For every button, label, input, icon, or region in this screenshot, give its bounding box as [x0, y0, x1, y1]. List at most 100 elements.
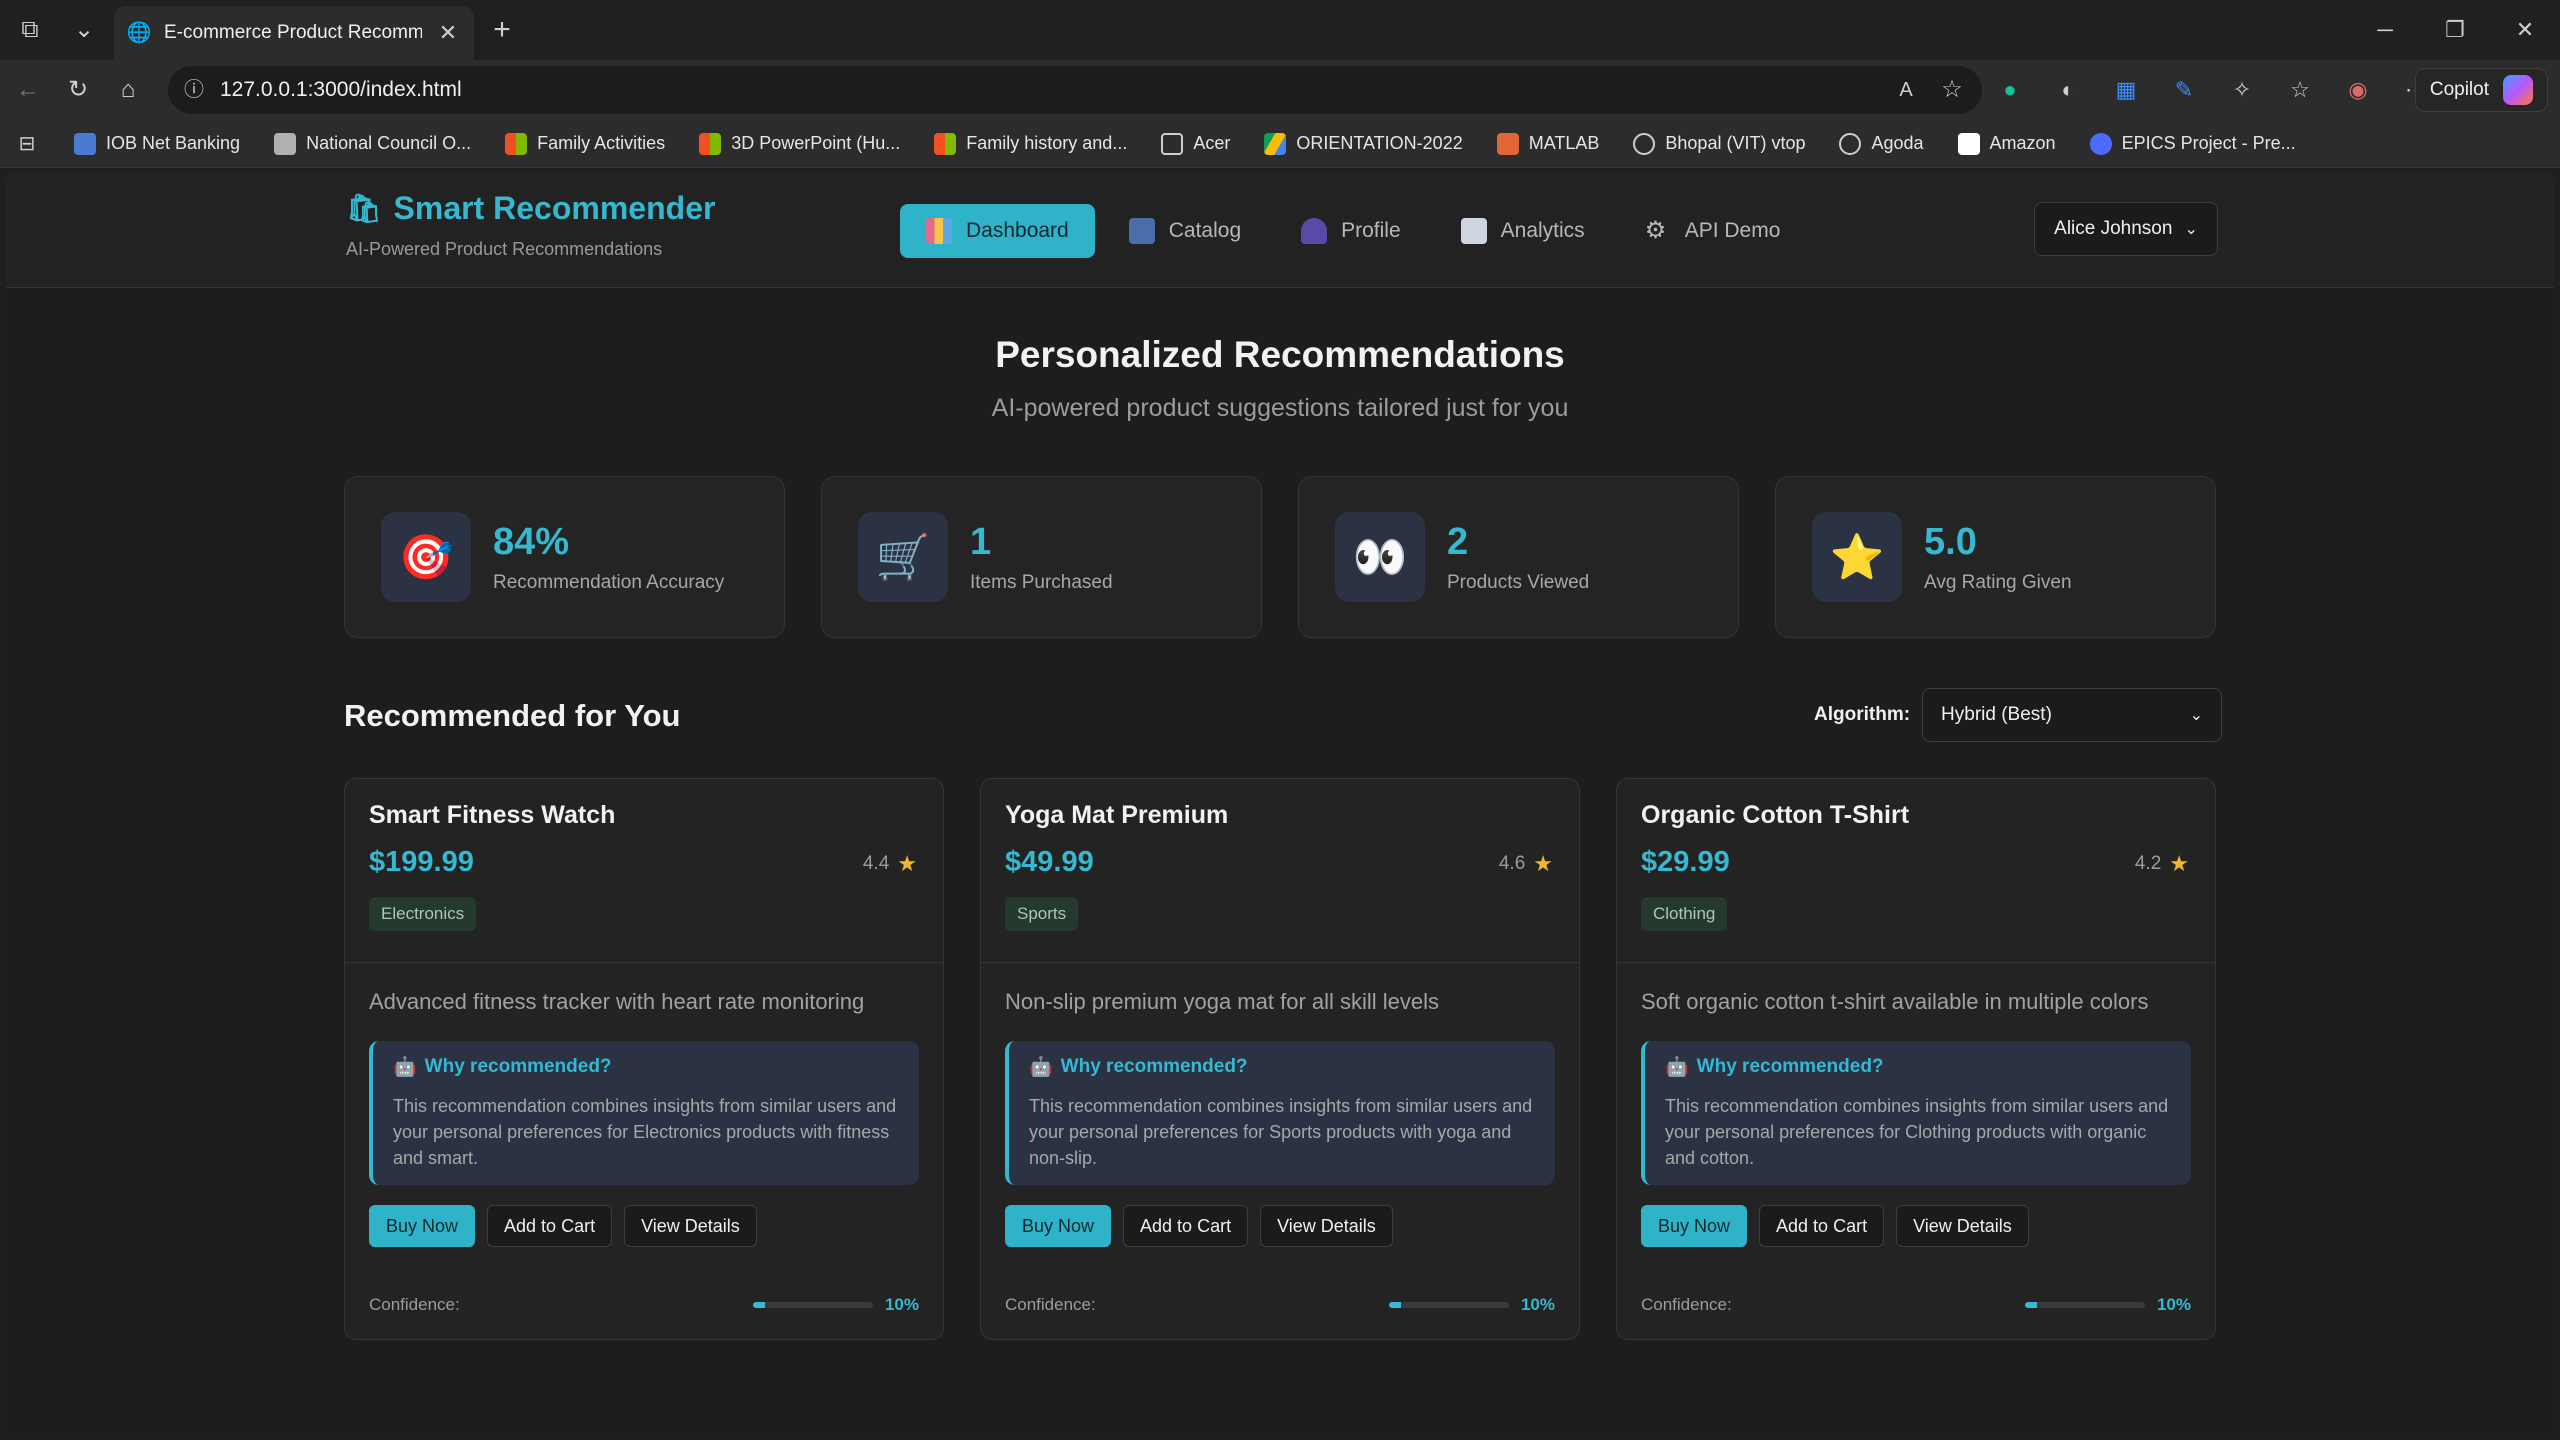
- bookmark-favicon-icon: [74, 132, 96, 155]
- product-price: $29.99: [1641, 846, 1730, 878]
- url-text[interactable]: 127.0.0.1:3000/index.html: [220, 78, 1876, 102]
- confidence-bar: [1388, 1302, 1509, 1308]
- product-description: Non-slip premium yoga mat for all skill …: [1005, 989, 1440, 1014]
- category-badge: Electronics: [369, 897, 477, 931]
- nav-tab-profile[interactable]: Profile: [1275, 204, 1427, 258]
- add-to-cart-button[interactable]: Add to Cart: [1123, 1205, 1249, 1247]
- extension-grammarly-icon[interactable]: ●: [1994, 74, 2026, 106]
- product-rating: 4.4 ★: [862, 851, 917, 876]
- new-tab-icon[interactable]: +: [486, 14, 518, 46]
- globe-icon: [1839, 132, 1862, 155]
- stat-label: Recommendation Accuracy: [493, 571, 725, 593]
- category-badge: Sports: [1005, 897, 1079, 931]
- extensions-puzzle-icon[interactable]: ✧: [2226, 74, 2258, 106]
- bookmark-favicon-icon: [274, 132, 297, 155]
- buy-now-button[interactable]: Buy Now: [1005, 1205, 1112, 1247]
- read-aloud-icon[interactable]: A: [1890, 74, 1922, 106]
- bookmark-item[interactable]: Amazon: [1957, 132, 2056, 155]
- copilot-button[interactable]: Copilot: [2414, 68, 2548, 112]
- browser-toolbar: ← ↻ ⌂ ⓘ 127.0.0.1:3000/index.html A ☆ ● …: [0, 60, 2560, 120]
- algorithm-select[interactable]: Hybrid (Best) ⌄: [1922, 688, 2223, 742]
- why-recommended-box: 🤖 Why recommended? This recommendation co…: [1641, 1041, 2191, 1185]
- bookmark-item[interactable]: MATLAB: [1496, 132, 1599, 155]
- globe-icon: [1633, 132, 1656, 155]
- app-header: 🛍 Smart Recommender AI-Powered Product R…: [6, 170, 2554, 288]
- bookmark-item[interactable]: Family history and...: [934, 132, 1127, 155]
- target-icon: 🎯: [381, 512, 471, 602]
- view-details-button[interactable]: View Details: [624, 1205, 757, 1247]
- nav-tab-api-demo[interactable]: ⚙ API Demo: [1619, 204, 1807, 258]
- workspaces-icon[interactable]: ⧉: [14, 14, 46, 46]
- nav-tab-catalog[interactable]: Catalog: [1103, 204, 1267, 258]
- copilot-logo-icon: [2503, 75, 2533, 105]
- address-bar[interactable]: ⓘ 127.0.0.1:3000/index.html A ☆: [168, 66, 1982, 114]
- stat-card-purchased: 🛒 1 Items Purchased: [821, 476, 1262, 638]
- favorite-star-icon[interactable]: ☆: [1936, 74, 1968, 106]
- browser-tab-active[interactable]: 🌐 E-commerce Product Recommend ✕: [114, 6, 474, 60]
- bookmarks-bar: ⊟ IOB Net Banking National Council O... …: [0, 120, 2560, 168]
- globe-icon: 🌐: [126, 22, 152, 44]
- favorites-icon[interactable]: ☆: [2284, 74, 2316, 106]
- tab-title: E-commerce Product Recommend: [164, 22, 422, 43]
- page-title: Personalized Recommendations: [995, 334, 1565, 375]
- line-chart-icon: [1460, 218, 1487, 244]
- reload-icon[interactable]: ↻: [62, 74, 94, 106]
- bookmark-item[interactable]: ORIENTATION-2022: [1264, 132, 1463, 155]
- profile-avatar-icon[interactable]: ◉: [2342, 74, 2374, 106]
- extension-store-icon[interactable]: ▦: [2110, 74, 2142, 106]
- star-icon: ★: [2169, 851, 2189, 876]
- product-rating: 4.2 ★: [2134, 851, 2189, 876]
- minimize-icon[interactable]: ─: [2350, 0, 2420, 60]
- extension-pen-icon[interactable]: ✎: [2168, 74, 2200, 106]
- bar-chart-icon: [926, 218, 952, 244]
- bookmark-item[interactable]: Acer: [1161, 132, 1230, 155]
- robot-icon: 🤖: [1665, 1057, 1689, 1078]
- stat-label: Avg Rating Given: [1924, 571, 2072, 593]
- view-details-button[interactable]: View Details: [1260, 1205, 1393, 1247]
- stat-value: 84%: [493, 520, 570, 563]
- amazon-icon: [1957, 132, 1980, 155]
- buy-now-button[interactable]: Buy Now: [369, 1205, 476, 1247]
- algorithm-value: Hybrid (Best): [1941, 704, 2052, 725]
- back-icon[interactable]: ←: [12, 74, 44, 106]
- stat-card-viewed: 👀 2 Products Viewed: [1298, 476, 1739, 638]
- why-recommended-box: 🤖 Why recommended? This recommendation co…: [369, 1041, 919, 1185]
- close-window-icon[interactable]: ✕: [2490, 0, 2560, 60]
- nav-tab-analytics[interactable]: Analytics: [1435, 204, 1611, 258]
- page-viewport: 🛍 Smart Recommender AI-Powered Product R…: [6, 170, 2554, 1434]
- bookmark-item[interactable]: Agoda: [1839, 132, 1924, 155]
- stat-label: Products Viewed: [1447, 571, 1590, 593]
- tab-list-chevron-icon[interactable]: ⌄: [68, 14, 100, 46]
- add-to-cart-button[interactable]: Add to Cart: [487, 1205, 613, 1247]
- home-icon[interactable]: ⌂: [112, 74, 144, 106]
- product-name: Yoga Mat Premium: [1005, 801, 1229, 829]
- main-nav: Dashboard Catalog Profile Analytics ⚙ AP…: [900, 204, 1806, 258]
- copilot-label: Copilot: [2429, 79, 2489, 100]
- close-tab-icon[interactable]: ✕: [436, 21, 460, 45]
- category-badge: Clothing: [1641, 897, 1728, 931]
- product-description: Advanced fitness tracker with heart rate…: [369, 989, 865, 1014]
- why-recommended-box: 🤖 Why recommended? This recommendation co…: [1005, 1041, 1555, 1185]
- restore-icon[interactable]: ❐: [2420, 0, 2490, 60]
- bookmarks-menu-icon[interactable]: ⊟: [14, 131, 40, 157]
- view-details-button[interactable]: View Details: [1896, 1205, 2029, 1247]
- product-rating: 4.6 ★: [1498, 851, 1553, 876]
- confidence-row: Confidence: 10%: [369, 1295, 919, 1314]
- nav-tab-dashboard[interactable]: Dashboard: [900, 204, 1095, 258]
- product-name: Smart Fitness Watch: [369, 801, 616, 829]
- bookmark-item[interactable]: 3D PowerPoint (Hu...: [699, 132, 900, 155]
- bookmark-item[interactable]: National Council O...: [274, 132, 471, 155]
- bookmark-item[interactable]: Bhopal (VIT) vtop: [1633, 132, 1805, 155]
- buy-now-button[interactable]: Buy Now: [1641, 1205, 1748, 1247]
- bookmark-item[interactable]: IOB Net Banking: [74, 132, 240, 155]
- star-icon: ⭐: [1812, 512, 1902, 602]
- extension-media-icon[interactable]: ◐: [2052, 74, 2084, 106]
- bookmark-item[interactable]: EPICS Project - Pre...: [2089, 132, 2296, 155]
- brand-name: Smart Recommender: [393, 190, 716, 226]
- brand[interactable]: 🛍 Smart Recommender AI-Powered Product R…: [346, 190, 715, 260]
- bookmark-item[interactable]: Family Activities: [505, 132, 665, 155]
- add-to-cart-button[interactable]: Add to Cart: [1759, 1205, 1885, 1247]
- page-subtitle: AI-powered product suggestions tailored …: [991, 394, 1569, 422]
- user-select[interactable]: Alice Johnson ⌄: [2034, 202, 2218, 256]
- site-info-icon[interactable]: ⓘ: [182, 78, 206, 102]
